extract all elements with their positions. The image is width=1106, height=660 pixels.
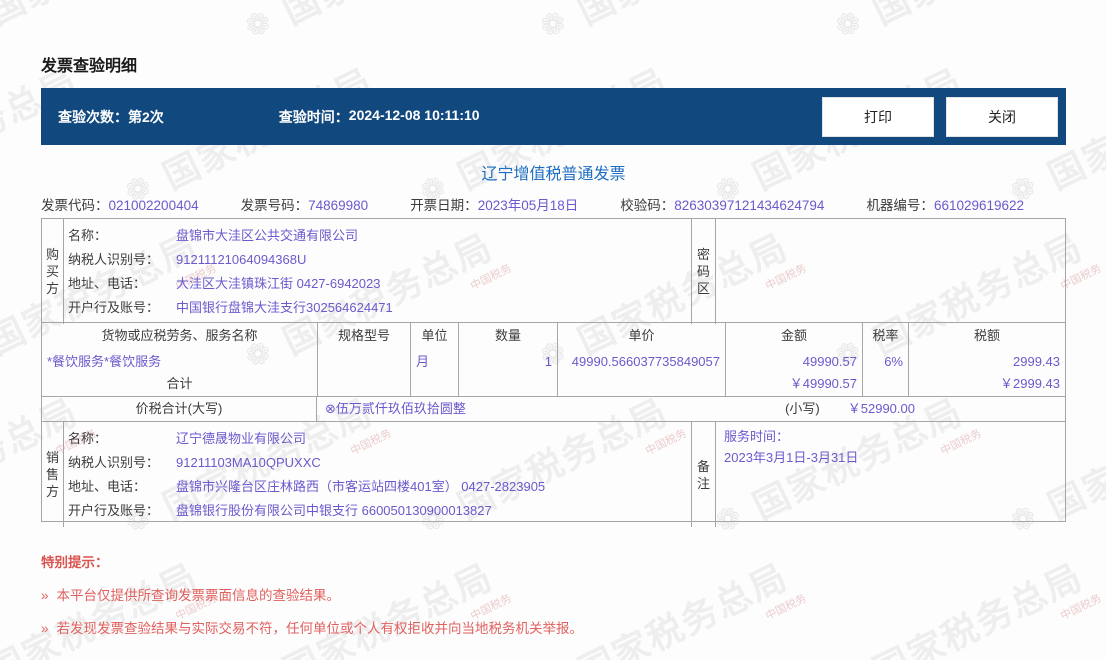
remark-label: 备 注 [692, 422, 716, 527]
item-unit: 月 [416, 354, 430, 369]
check-info-bar: 查验次数： 第2次 查验时间： 2024-12-08 10:11:10 打印 关… [41, 88, 1066, 145]
grand-total-label: 价税合计(大写) [42, 397, 317, 421]
col-price: 单价 49990.566037735849057 [557, 323, 725, 396]
seller-section: 销 售 方 名称： 辽宁德晟物业有限公司 纳税人识别号： 91211103MA1… [42, 421, 1065, 527]
machine-number: 机器编号：661029619622 [866, 198, 1025, 213]
header-amount: 金额 [780, 328, 807, 343]
buyer-taxid-row: 纳税人识别号： 91211121064094368U [68, 252, 307, 267]
header-tax: 税额 [973, 328, 1000, 343]
notice-marker: » [41, 588, 49, 603]
buyer-fields: 名称： 盘锦市大洼区公共交通有限公司 纳税人识别号： 9121112106409… [64, 219, 692, 324]
buyer-side-label: 购 买 方 [42, 219, 64, 324]
item-qty: 1 [544, 354, 552, 369]
watermark-text: 国家税务总局 [863, 0, 1091, 35]
invoice-code: 发票代码：021002200404 [41, 198, 199, 213]
items-table: 货物或应税劳务、服务名称 *餐饮服务*餐饮服务 合计 规格型号 单位 月 数量 … [42, 322, 1065, 396]
tax-emblem-icon: ❁ [829, 4, 867, 45]
seller-fields: 名称： 辽宁德晟物业有限公司 纳税人识别号： 91211103MA10QPUXX… [64, 422, 692, 527]
notice-item: » 本平台仅提供所查询发票票面信息的查验结果。 [41, 588, 341, 603]
seller-address-row: 地址、电话： 盘锦市兴隆台区庄林路西（市客运站四楼401室） 0427-2823… [68, 479, 546, 494]
special-notices: 特别提示： » 本平台仅提供所查询发票票面信息的查验结果。 » 若发现发票查验结果与… [41, 551, 1066, 637]
watermark-text: 国家税务总局 [568, 0, 796, 35]
password-area-label: 密 码 区 [692, 219, 716, 324]
notice-title: 特别提示： [41, 555, 109, 570]
item-taxrate: 6% [884, 354, 903, 369]
close-button[interactable]: 关闭 [946, 96, 1058, 137]
amount-in-words: ⊗伍万贰仟玖佰玖拾圆整 [325, 401, 466, 416]
check-time-value: 2024-12-08 10:11:10 [348, 106, 480, 123]
tax-emblem-icon: ❁ [230, 656, 286, 660]
item-amount: 49990.57 [802, 354, 857, 369]
small-amount-label: (小写) [785, 401, 820, 416]
header-name: 货物或应税劳务、服务名称 [101, 328, 258, 343]
grand-total-row: 价税合计(大写) ⊗伍万贰仟玖佰玖拾圆整 (小写) ￥52990.00 [42, 396, 1065, 421]
tax-emblem-icon: ❁ [239, 4, 277, 45]
watermark-text: 国家税务总局 [273, 0, 501, 35]
seller-bank-row: 开户行及账号： 盘锦银行股份有限公司中银支行 66005013090001382… [68, 503, 492, 518]
col-amount: 金额 49990.57 ￥49990.57 [725, 323, 862, 396]
toolbar-buttons: 打印 关闭 [822, 96, 1058, 137]
buyer-section: 购 买 方 名称： 盘锦市大洼区公共交通有限公司 纳税人识别号： 9121112… [42, 219, 1065, 324]
total-tax: ￥2999.43 [1000, 376, 1060, 391]
total-amount: ￥49990.57 [789, 376, 857, 391]
invoice-title: 辽宁增值税普通发票 [481, 166, 626, 183]
tax-emblem-icon: ❁ [820, 656, 876, 660]
seller-name-row: 名称： 辽宁德晟物业有限公司 [68, 431, 307, 446]
notice-item: » 若发现发票查验结果与实际交易不符，任何单位或个人有权拒收并向当地税务机关举报。 [41, 621, 584, 636]
print-button[interactable]: 打印 [822, 96, 934, 137]
check-count: 查验次数： 第2次 [58, 107, 164, 127]
invoice-number: 发票号码：74869980 [240, 198, 369, 213]
password-area [716, 219, 1065, 324]
remark-area: 服务时间： 2023年3月1日-3月31日 [716, 422, 1065, 527]
header-taxrate: 税率 [872, 328, 899, 343]
remark-line: 2023年3月1日-3月31日 [724, 450, 859, 465]
item-price: 49990.566037735849057 [571, 354, 720, 369]
grand-total-body: ⊗伍万贰仟玖佰玖拾圆整 (小写) ￥52990.00 [317, 397, 1065, 421]
invoice-table: 购 买 方 名称： 盘锦市大洼区公共交通有限公司 纳税人识别号： 9121112… [41, 218, 1066, 527]
buyer-address-row: 地址、电话： 大洼区大洼镇珠江街 0427-6942023 [68, 276, 381, 291]
tax-emblem-icon: ❁ [525, 656, 581, 660]
invoice-meta-row: 发票代码：021002200404 发票号码：74869980 开票日期：202… [41, 194, 1066, 214]
watermark-text: 国家税务总局 [0, 0, 206, 35]
invoice-date: 开票日期：2023年05月18日 [410, 198, 579, 213]
check-time: 查验时间： 2024-12-08 10:11:10 [279, 107, 480, 127]
check-count-label: 查验次数： [58, 108, 128, 125]
item-spec [318, 349, 410, 374]
col-qty: 数量 1 [458, 323, 557, 396]
item-tax: 2999.43 [1013, 354, 1060, 369]
seller-taxid-row: 纳税人识别号： 91211103MA10QPUXXC [68, 455, 321, 470]
col-name: 货物或应税劳务、服务名称 *餐饮服务*餐饮服务 合计 [42, 323, 317, 396]
buyer-bank-row: 开户行及账号： 中国银行盘锦大洼支行302564624471 [68, 300, 393, 315]
buyer-name-row: 名称： 盘锦市大洼区公共交通有限公司 [68, 228, 359, 243]
header-price: 单价 [628, 328, 655, 343]
invoice-check-page: ❁国家税务总局中国税务❁国家税务总局中国税务❁国家税务总局中国税务❁国家税务总局… [0, 0, 1106, 660]
header-unit: 单位 [421, 328, 448, 343]
check-time-label: 查验时间： [278, 108, 349, 125]
col-tax: 税额 2999.43 ￥2999.43 [908, 323, 1065, 396]
col-spec: 规格型号 [317, 323, 410, 396]
col-taxrate: 税率 6% [862, 323, 908, 396]
seller-side-label: 销 售 方 [42, 422, 64, 527]
notice-marker: » [41, 621, 49, 636]
page-title: 发票查验明细 [41, 58, 138, 75]
check-code: 校验码：82630397121434624794 [620, 198, 825, 213]
item-name: *餐饮服务*餐饮服务 [47, 354, 162, 369]
total-label: 合计 [166, 376, 193, 391]
small-amount-value: ￥52990.00 [847, 401, 915, 416]
remark-line: 服务时间： [724, 429, 790, 444]
header-spec: 规格型号 [337, 328, 390, 343]
check-count-value: 第2次 [128, 108, 164, 125]
header-qty: 数量 [494, 328, 521, 343]
col-unit: 单位 月 [410, 323, 458, 396]
tax-emblem-icon: ❁ [534, 4, 572, 45]
